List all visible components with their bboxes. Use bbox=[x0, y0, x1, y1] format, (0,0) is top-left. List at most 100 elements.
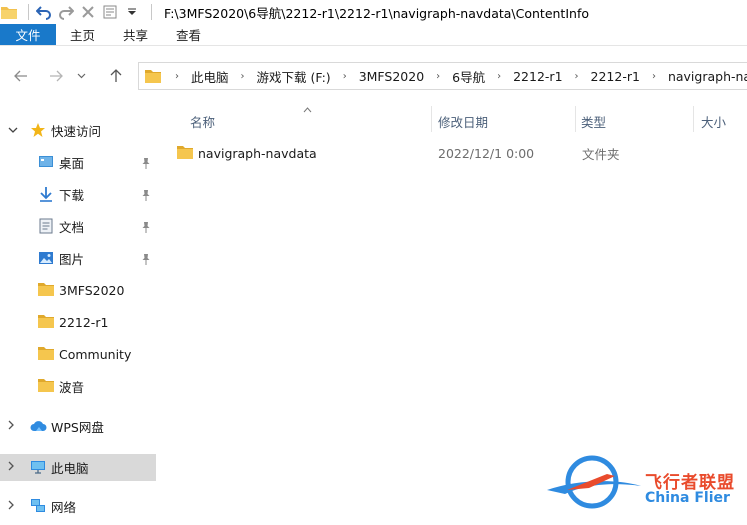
breadcrumb-navigraph-navdata[interactable]: navigraph-navdata bbox=[664, 69, 747, 84]
sidebar-item-documents[interactable]: 文档 bbox=[0, 213, 156, 240]
customize-toolbar-icon[interactable] bbox=[123, 3, 141, 21]
column-header-name[interactable]: 名称 bbox=[190, 110, 215, 132]
sidebar-item-label: 3MFS2020 bbox=[59, 283, 125, 298]
sidebar-item-wps-cloud[interactable]: WPS网盘 bbox=[0, 413, 156, 440]
breadcrumb-separator: › bbox=[175, 70, 179, 82]
breadcrumb-separator[interactable]: › bbox=[335, 71, 355, 82]
computer-icon bbox=[30, 459, 46, 475]
sidebar-item-label: 2212-r1 bbox=[59, 315, 109, 330]
quick-access-toolbar bbox=[0, 0, 145, 24]
sidebar-item-label: 下载 bbox=[59, 188, 85, 203]
breadcrumb-3mfs2020[interactable]: 3MFS2020 bbox=[355, 69, 428, 84]
back-button[interactable] bbox=[8, 63, 34, 89]
table-row[interactable]: navigraph-navdata 2022/12/1 0:00 文件夹 bbox=[174, 142, 734, 164]
breadcrumb-separator[interactable]: › bbox=[644, 71, 664, 82]
column-divider[interactable] bbox=[431, 106, 432, 132]
sidebar-item-community[interactable]: Community bbox=[0, 341, 156, 368]
back-arrow-icon bbox=[14, 70, 27, 82]
properties-icon[interactable] bbox=[101, 3, 119, 21]
star-icon bbox=[30, 122, 46, 138]
pin-icon[interactable] bbox=[141, 157, 151, 169]
sidebar-item-3mfs2020[interactable]: 3MFS2020 bbox=[0, 277, 156, 304]
breadcrumb-2212-r1-inner[interactable]: 2212-r1 bbox=[587, 69, 644, 84]
folder-icon bbox=[38, 282, 54, 298]
chevron-right-icon[interactable] bbox=[8, 420, 20, 433]
tab-file[interactable]: 文件 bbox=[0, 24, 56, 45]
sidebar-item-boeing[interactable]: 波音 bbox=[0, 373, 156, 400]
breadcrumb-drive-f[interactable]: 游戏下载 (F:) bbox=[253, 67, 335, 86]
tab-view[interactable]: 查看 bbox=[162, 24, 215, 45]
folder-icon bbox=[145, 69, 161, 83]
sidebar-item-label: 图片 bbox=[59, 252, 85, 267]
sidebar-item-this-pc[interactable]: 此电脑 bbox=[0, 454, 156, 481]
column-header-modified[interactable]: 修改日期 bbox=[438, 110, 488, 132]
sidebar-item-downloads[interactable]: 下载 bbox=[0, 181, 156, 208]
sidebar-item-label: WPS网盘 bbox=[51, 420, 104, 435]
folder-icon bbox=[177, 145, 193, 162]
navigation-pane: 快速访问 桌面 下载 文档 图片 3MFS2020 2212-r1 Commun… bbox=[0, 108, 160, 525]
file-modified: 2022/12/1 0:00 bbox=[438, 145, 535, 161]
tab-share[interactable]: 共享 bbox=[109, 24, 162, 45]
title-bar: F:\3MFS2020\6导航\2212-r1\2212-r1\navigrap… bbox=[0, 0, 747, 24]
chevron-right-icon[interactable] bbox=[8, 500, 20, 513]
sidebar-item-label: 波音 bbox=[59, 380, 85, 395]
ribbon-tabs: 文件 主页 共享 查看 bbox=[0, 24, 747, 46]
chevron-right-icon[interactable] bbox=[8, 461, 20, 474]
address-bar[interactable]: › 此电脑 › 游戏下载 (F:) › 3MFS2020 › 6导航 › 221… bbox=[138, 62, 747, 90]
tab-home[interactable]: 主页 bbox=[56, 24, 109, 45]
toolbar-divider bbox=[28, 4, 29, 20]
breadcrumb-separator[interactable]: › bbox=[567, 71, 587, 82]
sort-ascending-icon bbox=[303, 102, 312, 116]
watermark-logo: 飞行者联盟 China Flier bbox=[545, 450, 745, 520]
sidebar-item-label: 网络 bbox=[51, 500, 77, 515]
download-icon bbox=[38, 186, 54, 202]
pin-icon[interactable] bbox=[141, 189, 151, 201]
folder-icon bbox=[38, 378, 54, 394]
breadcrumb-this-pc[interactable]: 此电脑 bbox=[187, 67, 233, 86]
up-arrow-icon bbox=[110, 69, 122, 82]
folder-icon bbox=[38, 346, 54, 362]
sidebar-item-network[interactable]: 网络 bbox=[0, 493, 156, 520]
undo-icon[interactable] bbox=[35, 3, 53, 21]
sidebar-item-2212-r1[interactable]: 2212-r1 bbox=[0, 309, 156, 336]
forward-arrow-icon bbox=[50, 70, 63, 82]
recent-locations-button[interactable] bbox=[73, 63, 89, 89]
breadcrumb-separator[interactable]: › bbox=[233, 71, 253, 82]
sidebar-item-label: 此电脑 bbox=[51, 461, 89, 476]
network-icon bbox=[30, 498, 46, 514]
pin-icon[interactable] bbox=[141, 253, 151, 265]
chevron-down-icon[interactable] bbox=[8, 124, 20, 137]
sidebar-item-desktop[interactable]: 桌面 bbox=[0, 149, 156, 176]
sidebar-item-label: Community bbox=[59, 347, 132, 362]
breadcrumb-2212-r1[interactable]: 2212-r1 bbox=[509, 69, 566, 84]
picture-icon bbox=[38, 250, 54, 266]
column-header-size[interactable]: 大小 bbox=[701, 110, 726, 132]
sidebar-item-label: 文档 bbox=[59, 220, 85, 235]
watermark-text-en: China Flier bbox=[645, 490, 730, 506]
column-header-type[interactable]: 类型 bbox=[581, 110, 606, 132]
pin-icon[interactable] bbox=[141, 221, 151, 233]
column-divider[interactable] bbox=[575, 106, 576, 132]
folder-icon bbox=[0, 3, 18, 21]
sidebar-item-label: 桌面 bbox=[59, 156, 85, 171]
breadcrumb-separator[interactable]: › bbox=[428, 71, 448, 82]
delete-icon[interactable] bbox=[79, 3, 97, 21]
chevron-down-icon bbox=[77, 73, 85, 79]
sidebar-item-pictures[interactable]: 图片 bbox=[0, 245, 156, 272]
up-button[interactable] bbox=[103, 63, 129, 89]
cloud-icon bbox=[30, 418, 47, 434]
column-divider[interactable] bbox=[693, 106, 694, 132]
breadcrumb-6nav[interactable]: 6导航 bbox=[448, 67, 489, 86]
document-icon bbox=[38, 218, 54, 234]
file-type: 文件夹 bbox=[582, 146, 620, 162]
forward-button[interactable] bbox=[43, 63, 69, 89]
window-title: F:\3MFS2020\6导航\2212-r1\2212-r1\navigrap… bbox=[164, 5, 589, 21]
breadcrumb-separator[interactable]: › bbox=[489, 71, 509, 82]
title-divider bbox=[151, 4, 152, 20]
redo-icon[interactable] bbox=[57, 3, 75, 21]
sidebar-item-quick-access[interactable]: 快速访问 bbox=[0, 117, 156, 144]
file-name[interactable]: navigraph-navdata bbox=[198, 142, 317, 164]
folder-icon bbox=[38, 314, 54, 330]
sidebar-item-label: 快速访问 bbox=[51, 124, 102, 139]
desktop-icon bbox=[38, 154, 54, 170]
